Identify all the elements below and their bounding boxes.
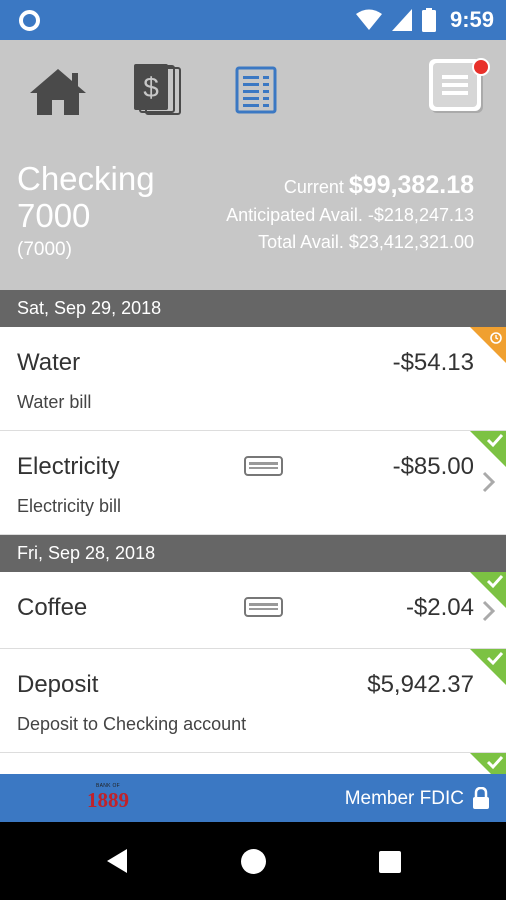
transaction-amount: $5,942.37	[367, 671, 474, 698]
cleared-check-icon	[470, 572, 506, 608]
transaction-row[interactable]: Water Water bill -$54.13	[0, 327, 506, 431]
transaction-amount: -$2.04	[405, 594, 474, 621]
menu-icon[interactable]	[428, 56, 492, 114]
home-icon[interactable]	[28, 67, 88, 117]
notification-badge	[472, 58, 490, 76]
card-icon	[244, 597, 283, 617]
clock: 9:59	[449, 7, 494, 32]
logo-big-text: 1889	[87, 788, 129, 812]
transaction-title: Water	[17, 349, 81, 376]
lock-icon	[473, 787, 489, 809]
total-balance: Total Avail. $23,412,321.00	[258, 232, 474, 252]
transaction-row[interactable]	[0, 753, 506, 774]
account-header: $ Checking 7000 (7000) Current $99,382.1…	[0, 40, 506, 290]
cleared-check-icon	[470, 753, 506, 774]
transaction-description: Water bill	[17, 392, 92, 412]
home-button-icon[interactable]	[240, 848, 267, 875]
anticipated-balance: Anticipated Avail. -$218,247.13	[226, 205, 474, 225]
chevron-right-icon[interactable]	[482, 471, 496, 493]
transaction-title: Coffee	[17, 594, 88, 621]
current-value: $99,382.18	[348, 171, 474, 199]
current-balance: Current $99,382.18	[284, 171, 474, 200]
notification-circle-icon	[19, 10, 40, 31]
back-icon[interactable]	[105, 848, 129, 874]
cleared-check-icon	[470, 649, 506, 685]
bank-logo: BANK OF 1889	[80, 783, 136, 813]
date-header: Sat, Sep 29, 2018	[0, 290, 506, 327]
member-fdic: Member FDIC	[344, 788, 464, 809]
pending-clock-icon	[470, 327, 506, 363]
recents-icon[interactable]	[378, 850, 402, 874]
battery-icon	[421, 8, 436, 32]
date-header: Fri, Sep 28, 2018	[0, 535, 506, 572]
transactions-icon[interactable]	[235, 66, 277, 114]
transaction-row[interactable]: Coffee -$2.04	[0, 572, 506, 649]
footer-bar: BANK OF 1889 Member FDIC	[0, 774, 506, 822]
account-name: Checking 7000	[17, 160, 155, 234]
svg-text:$: $	[143, 72, 159, 103]
current-label: Current	[283, 177, 344, 197]
cleared-check-icon	[470, 431, 506, 467]
transaction-description: Deposit to Checking account	[17, 714, 247, 734]
system-nav-bar	[0, 822, 506, 900]
status-bar: 9:59	[0, 0, 506, 40]
transaction-row[interactable]: Deposit Deposit to Checking account $5,9…	[0, 649, 506, 753]
account-number: (7000)	[17, 239, 72, 260]
transaction-amount: -$54.13	[392, 349, 474, 376]
signal-icon	[391, 9, 412, 31]
card-icon	[244, 456, 283, 476]
transaction-description: Electricity bill	[17, 496, 122, 516]
transaction-title: Deposit	[17, 671, 99, 698]
transaction-row[interactable]: Electricity Electricity bill -$85.00	[0, 431, 506, 535]
wifi-icon	[355, 9, 382, 30]
transaction-amount: -$85.00	[392, 453, 474, 480]
transaction-title: Electricity	[17, 453, 120, 480]
statements-icon[interactable]: $	[134, 64, 182, 116]
